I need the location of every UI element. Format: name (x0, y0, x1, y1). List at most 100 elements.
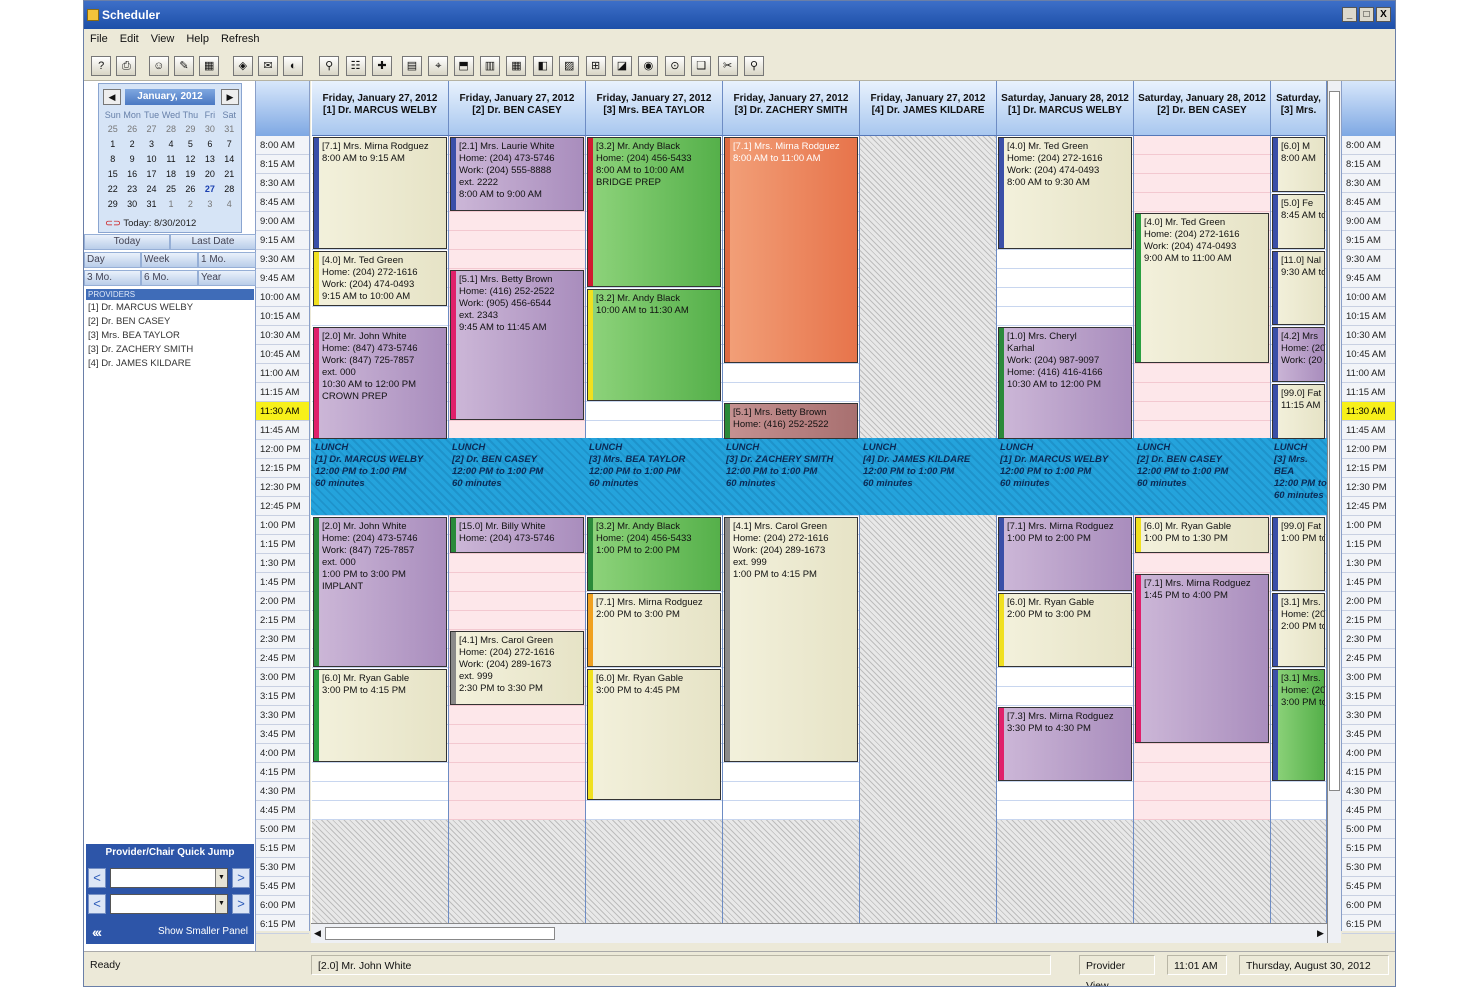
calendar-day[interactable]: 18 (161, 169, 180, 179)
calendar-day[interactable]: 30 (122, 199, 141, 209)
menu-edit[interactable]: Edit (120, 29, 139, 49)
appointment-block[interactable]: [6.0] Mr. Ryan Gable 2:00 PM to 3:00 PM (998, 593, 1132, 667)
menu-help[interactable]: Help (186, 29, 209, 49)
vertical-scrollbar[interactable] (1327, 81, 1341, 943)
menu-refresh[interactable]: Refresh (221, 29, 260, 49)
calendar-day[interactable]: 25 (161, 184, 180, 194)
box-icon[interactable]: ❑ (691, 56, 712, 76)
column-header[interactable]: Saturday, January 28, 2012 [2] Dr. BEN CA… (1134, 81, 1271, 136)
calendar-day[interactable]: 31 (142, 199, 161, 209)
appointment-block[interactable]: [7.1] Mrs. Mirna Rodguez 1:00 PM to 2:00 … (998, 517, 1132, 591)
calendar-day[interactable]: 26 (122, 124, 141, 134)
calendar-day[interactable]: 20 (200, 169, 219, 179)
calendar-today-link[interactable]: ⊂⊃ Today: 8/30/2012 (105, 218, 196, 229)
calendar-day[interactable]: 7 (220, 139, 239, 149)
lunch-block[interactable]: LUNCH [1] Dr. MARCUS WELBY 12:00 PM to 1:0… (997, 442, 1134, 512)
last-date-button[interactable]: Last Date (170, 234, 256, 250)
vertical-scroll-thumb[interactable] (1329, 91, 1340, 791)
calendar-day[interactable]: 26 (181, 184, 200, 194)
calendar-day[interactable]: 3 (142, 139, 161, 149)
appointment-block[interactable]: [99.0] Fat 11:15 AM (1272, 384, 1325, 439)
calendar-day[interactable]: 12 (181, 154, 200, 164)
person-icon[interactable]: ☺ (148, 56, 169, 76)
schedule-column[interactable] (860, 136, 997, 923)
calendar-day[interactable]: 22 (103, 184, 122, 194)
panel-icon[interactable]: ◧ (532, 56, 553, 76)
calendar-day[interactable]: 14 (220, 154, 239, 164)
provider-select[interactable]: ▼ (110, 868, 228, 888)
close-button[interactable]: X (1376, 7, 1391, 22)
horizontal-scrollbar[interactable]: ◀ ▶ (311, 923, 1327, 943)
appointment-block[interactable]: [5.1] Mrs. Betty Brown Home: (416) 252-25… (450, 270, 584, 420)
calendar-day[interactable]: 30 (200, 124, 219, 134)
appointment-block[interactable]: [4.1] Mrs. Carol Green Home: (204) 272-16… (450, 631, 584, 705)
calendar-day[interactable]: 2 (122, 139, 141, 149)
one-month-button[interactable]: 1 Mo. (198, 252, 256, 268)
split-icon[interactable]: ◪ (612, 56, 632, 76)
appointment-block[interactable]: [6.0] Mr. Ryan Gable 3:00 PM to 4:15 PM (313, 669, 447, 762)
calendar-day[interactable]: 10 (142, 154, 161, 164)
provider-item[interactable]: [3] Dr. ZACHERY SMITH (88, 343, 193, 357)
column-header[interactable]: Saturday, [3] Mrs. (1271, 81, 1327, 136)
lunch-block[interactable]: LUNCH [3] Dr. ZACHERY SMITH 12:00 PM to 1:… (723, 442, 860, 512)
next-month-button[interactable]: ▶ (221, 89, 239, 105)
user-icon[interactable]: ⚲ (744, 56, 764, 76)
pattern-icon[interactable]: ▨ (559, 56, 580, 76)
add-icon[interactable]: ✚ (372, 56, 392, 76)
prev-provider-button[interactable]: < (88, 868, 106, 888)
target-icon[interactable]: ⌖ (428, 56, 449, 76)
column-header[interactable]: Friday, January 27, 2012 [3] Mrs. BEA TAY… (586, 81, 723, 136)
circle-icon[interactable]: ⊙ (664, 56, 685, 76)
appointment-block[interactable]: [5.1] Mrs. Betty Brown Home: (416) 252-25… (724, 403, 858, 439)
calendar-day[interactable]: 5 (181, 139, 200, 149)
calendar-day[interactable]: 1 (103, 139, 122, 149)
calendar-day[interactable]: 17 (142, 169, 161, 179)
calendar-day[interactable]: 3 (200, 199, 219, 209)
appointment-block[interactable]: [7.1] Mrs. Mirna Rodguez 8:00 AM to 11:00… (724, 137, 858, 363)
calendar-day[interactable]: 8 (103, 154, 122, 164)
calendar-day[interactable]: 15 (103, 169, 122, 179)
cut-icon[interactable]: ✂ (717, 56, 738, 76)
help-icon[interactable]: ? (91, 56, 112, 76)
edit-icon[interactable]: ✎ (174, 56, 194, 76)
appointment-block[interactable]: [5.0] Fe 8:45 AM to (1272, 194, 1325, 249)
appointment-block[interactable]: [1.0] Mrs. Cheryl Karhal Work: (204) 987-9… (998, 327, 1132, 439)
appointment-block[interactable]: [4.0] Mr. Ted Green Home: (204) 272-1616 W… (313, 251, 447, 306)
list-icon[interactable]: ☷ (345, 56, 366, 76)
appointment-block[interactable]: [2.0] Mr. John White Home: (204) 473-5746… (313, 517, 447, 667)
calendar-day[interactable]: 27 (200, 184, 219, 194)
appointment-block[interactable]: [4.1] Mrs. Carol Green Home: (204) 272-16… (724, 517, 858, 762)
six-month-button[interactable]: 6 Mo. (141, 270, 198, 286)
appointment-block[interactable]: [3.2] Mr. Andy Black 10:00 AM to 11:30 AM (587, 289, 721, 401)
appointment-block[interactable]: [7.1] Mrs. Mirna Rodguez 8:00 AM to 9:15 … (313, 137, 447, 249)
calendar-day[interactable]: 1 (161, 199, 180, 209)
calendar-day[interactable]: 9 (122, 154, 141, 164)
calendar-day[interactable]: 23 (122, 184, 141, 194)
prev-chair-button[interactable]: < (88, 894, 106, 914)
appointment-block[interactable]: [4.2] Mrs Home: (20 Work: (20 (1272, 327, 1325, 382)
today-button[interactable]: Today (84, 234, 170, 250)
calendar-day[interactable]: 16 (122, 169, 141, 179)
appointment-block[interactable]: [4.0] Mr. Ted Green Home: (204) 272-1616 W… (998, 137, 1132, 249)
print-icon[interactable]: ⎙ (116, 56, 137, 76)
appointment-block[interactable]: [6.0] M 8:00 AM (1272, 137, 1325, 192)
search-icon[interactable]: ⚲ (319, 56, 340, 76)
appointment-block[interactable]: [3.1] Mrs. Home: (20 2:00 PM to (1272, 593, 1325, 667)
provider-item[interactable]: [2] Dr. BEN CASEY (88, 315, 193, 329)
menu-view[interactable]: View (151, 29, 175, 49)
window-icon[interactable]: ⬒ (453, 56, 474, 76)
column-header[interactable]: Saturday, January 28, 2012 [1] Dr. MARCUS… (997, 81, 1134, 136)
calendar-day[interactable]: 25 (103, 124, 122, 134)
appointment-block[interactable]: [15.0] Mr. Billy White Home: (204) 473-57… (450, 517, 584, 553)
appointment-block[interactable]: [7.1] Mrs. Mirna Rodguez 2:00 PM to 3:00 … (587, 593, 721, 667)
year-button[interactable]: Year (198, 270, 256, 286)
mail-icon[interactable]: ✉ (258, 56, 278, 76)
calendar-day[interactable]: 19 (181, 169, 200, 179)
lunch-block[interactable]: LUNCH [2] Dr. BEN CASEY 12:00 PM to 1:00 P… (449, 442, 586, 512)
minimize-button[interactable]: _ (1342, 7, 1357, 22)
calendar-day[interactable]: 28 (220, 184, 239, 194)
appointment-block[interactable]: [99.0] Fat 1:00 PM to (1272, 517, 1325, 591)
chart-icon[interactable]: ◈ (232, 56, 253, 76)
appointment-block[interactable]: [2.0] Mr. John White Home: (847) 473-5746… (313, 327, 447, 439)
appointment-block[interactable]: [7.3] Mrs. Mirna Rodguez 3:30 PM to 4:30 … (998, 707, 1132, 781)
